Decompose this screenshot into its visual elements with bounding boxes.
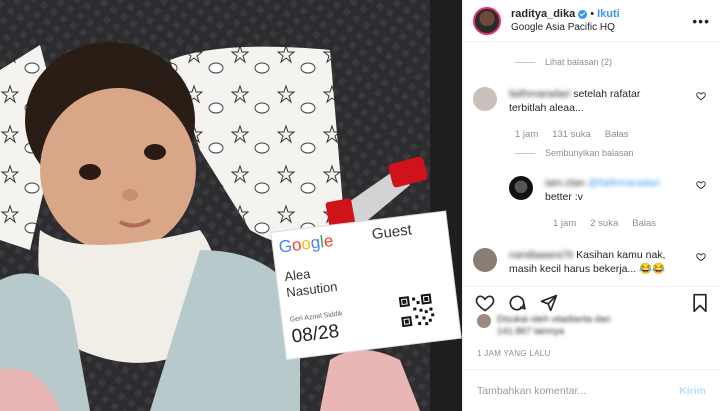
comment-text-line2: terbitlah aleaa... [509, 102, 584, 114]
comment-username[interactable]: faithmaradari [509, 87, 570, 101]
comment-input[interactable] [477, 384, 680, 397]
separator-dot: • [590, 7, 595, 20]
comment-likes[interactable]: 131 suka [552, 129, 591, 140]
badge-type: Guest [370, 221, 413, 244]
likes-line1: Disukai oleh vitadianta dan [497, 314, 611, 325]
post-photo[interactable]: Google Guest Alea Nasution Geri Azriel S… [0, 0, 462, 411]
reply-button[interactable]: Balas [605, 129, 629, 140]
reply-meta: 1 jam 2 suka Balas [553, 218, 656, 229]
divider-line [515, 61, 535, 63]
guest-badge: Google Guest Alea Nasution Geri Azriel S… [271, 211, 461, 359]
likes-summary[interactable]: Disukai oleh vitadianta dan 141.867 lain… [477, 314, 611, 338]
post-actions [463, 286, 720, 316]
reply-item: iam.ctan @faithmaradari better :v [509, 176, 710, 204]
post-comment-button[interactable]: Kirim [679, 385, 706, 397]
reply-avatar[interactable] [509, 176, 533, 200]
comments-section: Lihat balasan (2) faithmaradari setelah … [463, 52, 720, 282]
view-replies-button[interactable]: Lihat balasan (2) [515, 57, 612, 67]
comment-text-line2: masih kecil harus bekerja... 😂😂 [509, 263, 666, 275]
heart-icon[interactable] [696, 180, 706, 190]
more-options-icon[interactable]: ••• [692, 13, 710, 29]
heart-icon[interactable] [696, 91, 706, 101]
comment-avatar[interactable] [473, 248, 497, 272]
hide-replies-button[interactable]: Sembunyikan balasan [515, 148, 634, 158]
comment-time[interactable]: 1 jam [515, 129, 538, 140]
reply-mention[interactable]: @faithmaradari [588, 176, 660, 190]
badge-date: 08/28 [290, 320, 341, 348]
likes-line2: 141.867 lainnya [497, 326, 565, 337]
comment-item: nandiaaara76 Kasihan kamu nak, masih kec… [473, 248, 710, 276]
heart-icon[interactable] [696, 252, 706, 262]
post-timestamp[interactable]: 1 JAM YANG LALU [477, 349, 551, 358]
badge-guest-name: Alea Nasution [283, 266, 339, 300]
verified-badge-icon [578, 9, 588, 19]
google-logo: Google [277, 230, 335, 257]
comment-username[interactable]: nandiaaara76 [509, 248, 573, 262]
liker-avatar [477, 314, 491, 328]
divider-line [515, 152, 535, 154]
reply-username[interactable]: iam.ctan [545, 176, 585, 190]
comment-avatar[interactable] [473, 87, 497, 111]
post-sidebar: raditya_dika • Ikuti Google Asia Pacific… [462, 0, 720, 411]
comment-text-line1: setelah rafatar [573, 88, 641, 100]
follow-button[interactable]: Ikuti [597, 8, 620, 21]
comment-text-line1: Kasihan kamu nak, [576, 249, 666, 261]
add-comment-bar: Kirim [463, 369, 720, 411]
bookmark-icon[interactable] [691, 293, 709, 318]
post-header: raditya_dika • Ikuti Google Asia Pacific… [463, 0, 720, 42]
reply-text: better :v [545, 191, 583, 203]
photo-illustration [0, 0, 462, 411]
comment-item: faithmaradari setelah rafatar terbitlah … [473, 87, 710, 115]
location-link[interactable]: Google Asia Pacific HQ [511, 21, 620, 34]
username-link[interactable]: raditya_dika [511, 8, 575, 21]
avatar[interactable] [473, 6, 501, 35]
reply-likes[interactable]: 2 suka [590, 218, 618, 229]
reply-reply-button[interactable]: Balas [632, 218, 656, 229]
reply-time[interactable]: 1 jam [553, 218, 576, 229]
comment-meta: 1 jam 131 suka Balas [515, 129, 629, 140]
